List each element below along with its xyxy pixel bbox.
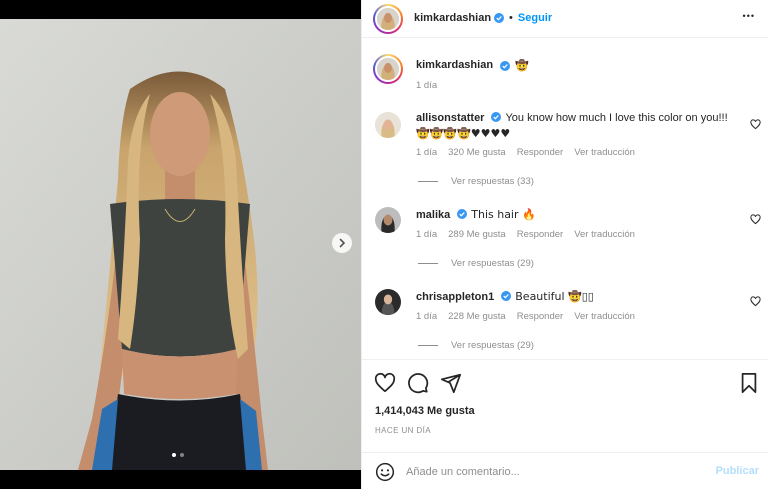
- post-timestamp: Hace un día: [375, 426, 431, 435]
- comment-meta: 1 día 228 Me gusta Responder Ver traducc…: [416, 311, 635, 322]
- comment-text: chrisappleton1 Beautiful 🤠▯▯: [416, 289, 736, 305]
- carousel-next-button[interactable]: [332, 233, 352, 253]
- comment-body: You know how much I love this color on y…: [505, 112, 728, 124]
- like-count[interactable]: 1,414,043 Me gusta: [375, 405, 475, 417]
- verified-badge-icon: [500, 60, 511, 71]
- view-replies-button[interactable]: Ver respuestas (29): [418, 340, 534, 351]
- publish-button[interactable]: Publicar: [716, 465, 759, 477]
- comment-likes[interactable]: 320 Me gusta: [448, 147, 506, 158]
- comment-username[interactable]: malika: [416, 209, 450, 221]
- comment-username[interactable]: allisonstatter: [416, 112, 484, 124]
- caption-username[interactable]: kimkardashian: [416, 58, 493, 73]
- comment-body: Beautiful 🤠▯▯: [515, 290, 594, 303]
- author-avatar[interactable]: [373, 4, 403, 34]
- comment-meta: 1 día 289 Me gusta Responder Ver traducc…: [416, 229, 635, 240]
- caption-time: 1 día: [416, 80, 438, 91]
- post-media: [0, 0, 361, 489]
- comment-username[interactable]: chrisappleton1: [416, 291, 494, 303]
- reply-button[interactable]: Responder: [517, 311, 563, 322]
- comment-text: malika This hair 🔥: [416, 207, 736, 223]
- carousel-indicator: [172, 453, 184, 457]
- post-header: kimkardashian • Seguir •••: [362, 0, 768, 38]
- commenter-avatar[interactable]: [375, 112, 401, 138]
- verified-badge-icon: [494, 13, 505, 23]
- verified-badge-icon: [491, 112, 502, 122]
- follow-button[interactable]: Seguir: [518, 12, 552, 24]
- share-icon[interactable]: [440, 372, 462, 394]
- translate-button[interactable]: Ver traducción: [574, 147, 635, 158]
- bookmark-icon[interactable]: [738, 372, 760, 394]
- reply-button[interactable]: Responder: [517, 147, 563, 158]
- comment-meta: 1 día 320 Me gusta Responder Ver traducc…: [416, 147, 635, 158]
- comment-like-heart-icon[interactable]: [750, 119, 761, 130]
- emoji-icon[interactable]: [375, 462, 395, 482]
- caption-emoji: 🤠: [515, 59, 529, 72]
- comment-like-heart-icon[interactable]: [750, 296, 761, 307]
- heart-icon[interactable]: [374, 372, 396, 394]
- comment-time: 1 día: [416, 311, 438, 322]
- chevron-right-icon: [339, 238, 346, 248]
- reply-button[interactable]: Responder: [517, 229, 563, 240]
- translate-button[interactable]: Ver traducción: [574, 229, 635, 240]
- translate-button[interactable]: Ver traducción: [574, 311, 635, 322]
- verified-badge-icon: [457, 209, 468, 219]
- comment-composer: Publicar: [362, 452, 768, 489]
- view-replies-button[interactable]: Ver respuestas (33): [418, 176, 534, 187]
- carousel-dot: [180, 453, 184, 457]
- comment-time: 1 día: [416, 229, 438, 240]
- comment-emoji-line: 🤠🤠🤠🤠♥♥♥♥: [416, 127, 511, 140]
- comment-likes[interactable]: 289 Me gusta: [448, 229, 506, 240]
- more-options-icon[interactable]: •••: [743, 11, 755, 21]
- comment-like-heart-icon[interactable]: [750, 214, 761, 225]
- caption-text: kimkardashian 🤠: [416, 58, 736, 73]
- caption-avatar[interactable]: [373, 54, 403, 84]
- author-username[interactable]: kimkardashian: [414, 12, 491, 24]
- commenter-avatar[interactable]: [375, 289, 401, 315]
- comment-body: This hair 🔥: [471, 208, 536, 221]
- post-side-panel: kimkardashian • Seguir ••• kimkardashian…: [361, 0, 768, 489]
- header-separator: •: [509, 12, 513, 24]
- comment-time: 1 día: [416, 147, 438, 158]
- carousel-dot-active: [172, 453, 176, 457]
- view-replies-button[interactable]: Ver respuestas (29): [418, 258, 534, 269]
- post-photo[interactable]: [0, 19, 361, 470]
- caption-meta: 1 día: [416, 80, 437, 91]
- comment-text: allisonstatter You know how much I love t…: [416, 111, 736, 142]
- comment-likes[interactable]: 228 Me gusta: [448, 311, 506, 322]
- comment-input[interactable]: [406, 462, 706, 482]
- comments-list[interactable]: kimkardashian 🤠 1 día allisonstatter You…: [362, 39, 768, 359]
- commenter-avatar[interactable]: [375, 207, 401, 233]
- verified-badge-icon: [501, 291, 512, 301]
- comment-icon[interactable]: [407, 372, 429, 394]
